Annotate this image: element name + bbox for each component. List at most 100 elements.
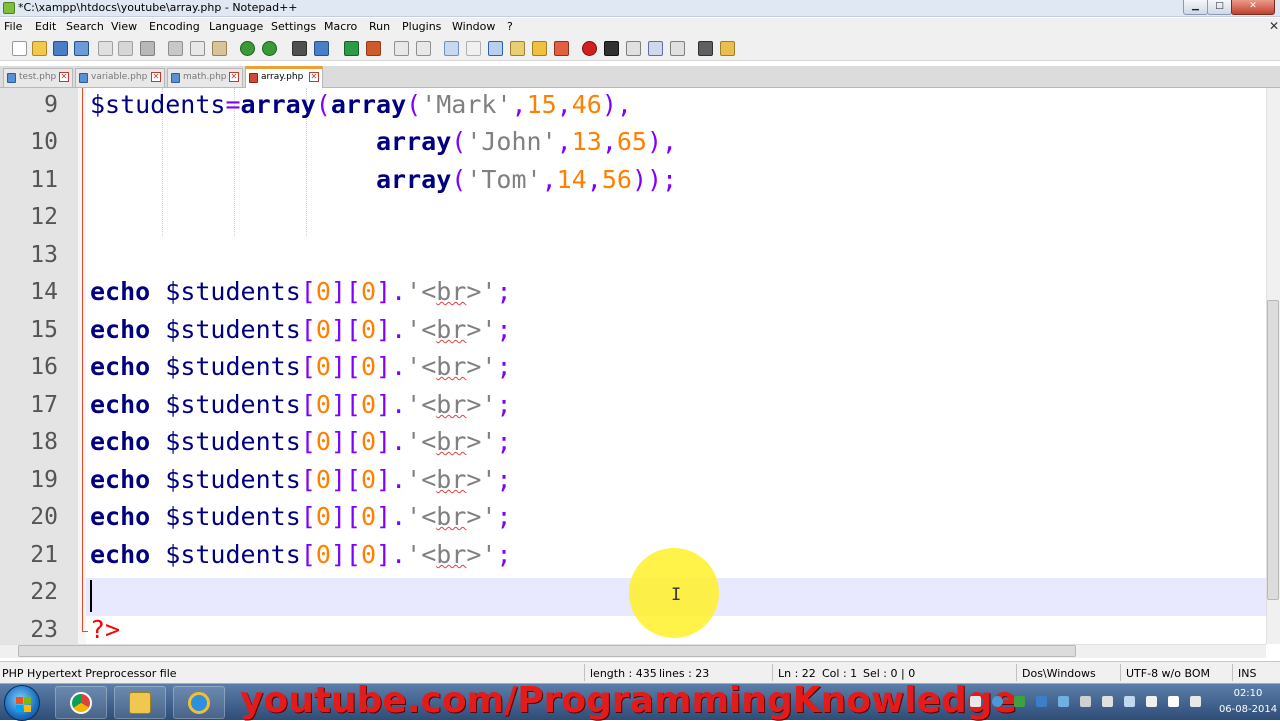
sync-vertical-icon[interactable] <box>394 41 409 56</box>
menu-edit[interactable]: Edit <box>35 20 56 33</box>
plugin-tool-icon[interactable] <box>720 41 735 56</box>
taskbar-clock-time[interactable]: 02:10 <box>1218 688 1278 699</box>
save-icon[interactable] <box>53 41 68 56</box>
tray-app-icon[interactable] <box>970 696 981 707</box>
tab-test-php[interactable]: test.php ✕ <box>3 68 73 87</box>
tab-close-icon[interactable]: ✕ <box>59 72 69 82</box>
tab-close-icon[interactable]: ✕ <box>229 72 239 82</box>
code-function: array <box>376 165 452 194</box>
line-number: 14 <box>30 279 58 305</box>
new-file-icon[interactable] <box>12 41 27 56</box>
word-wrap-icon[interactable] <box>444 41 459 56</box>
tray-flag-icon[interactable] <box>1146 696 1157 707</box>
tab-array-php[interactable]: array.php ✕ <box>245 66 323 88</box>
minimize-button[interactable]: ▁ <box>1183 0 1208 15</box>
menu-search[interactable]: Search <box>66 20 104 33</box>
tab-variable-php[interactable]: variable.php ✕ <box>75 68 165 87</box>
replace-icon[interactable] <box>314 41 329 56</box>
tray-usb-icon[interactable] <box>1102 696 1113 707</box>
close-window-button[interactable]: ✕ <box>1231 0 1275 15</box>
code-keyword: echo <box>90 352 151 381</box>
windows-start-button[interactable] <box>4 685 40 721</box>
horizontal-scroll-thumb[interactable] <box>18 645 1076 657</box>
menu-encoding[interactable]: Encoding <box>149 20 200 33</box>
function-list-icon[interactable] <box>554 41 569 56</box>
status-encoding[interactable]: UTF-8 w/o BOM <box>1126 667 1210 680</box>
open-file-icon[interactable] <box>32 41 47 56</box>
code-operator: ; <box>496 502 512 531</box>
status-insert-mode[interactable]: INS <box>1238 667 1256 680</box>
save-macro-icon[interactable] <box>670 41 685 56</box>
doc-map-icon[interactable] <box>532 41 547 56</box>
close-all-icon[interactable] <box>118 41 133 56</box>
tab-close-icon[interactable]: ✕ <box>151 72 161 82</box>
tray-volume-icon[interactable] <box>1190 696 1201 707</box>
tray-network-icon[interactable] <box>992 696 1003 707</box>
code-operator: ][ <box>330 540 361 569</box>
redo-icon[interactable] <box>262 41 277 56</box>
status-selection: Sel : 0 | 0 <box>863 667 916 680</box>
code-string: '< <box>406 502 437 531</box>
menu-macro[interactable]: Macro <box>324 20 357 33</box>
taskbar-explorer[interactable] <box>114 686 166 719</box>
code-keyword: echo <box>90 427 151 456</box>
tray-security-icon[interactable] <box>1014 696 1025 707</box>
print-icon[interactable] <box>140 41 155 56</box>
notepadpp-app-icon[interactable] <box>3 2 15 14</box>
menu-plugins[interactable]: Plugins <box>402 20 441 33</box>
paste-icon[interactable] <box>212 41 227 56</box>
indent-guide-icon[interactable] <box>488 41 503 56</box>
show-all-chars-icon[interactable] <box>466 41 481 56</box>
menu-view[interactable]: View <box>111 20 137 33</box>
code-line-11: array('Tom',14,56)); <box>376 165 677 194</box>
user-defined-lang-icon[interactable] <box>510 41 525 56</box>
taskbar-clock-date[interactable]: 06-08-2014 <box>1218 704 1278 715</box>
menu-help[interactable]: ? <box>507 20 513 33</box>
tray-action-center-icon[interactable] <box>1036 696 1047 707</box>
stop-macro-icon[interactable] <box>604 41 619 56</box>
status-eol-format[interactable]: Dos\Windows <box>1022 667 1096 680</box>
vertical-scroll-thumb[interactable] <box>1267 300 1279 600</box>
taskbar-chrome[interactable] <box>55 686 107 719</box>
code-line-21: echo $students[0][0].'<br>'; <box>90 540 512 569</box>
code-string: br <box>436 390 467 419</box>
tray-display-icon[interactable] <box>1124 696 1135 707</box>
title-bar[interactable]: *C:\xampp\htdocs\youtube\array.php - Not… <box>0 0 1280 17</box>
sync-horizontal-icon[interactable] <box>416 41 431 56</box>
find-icon[interactable] <box>292 41 307 56</box>
tray-cloud-icon[interactable] <box>1058 696 1069 707</box>
taskbar-internet-explorer[interactable] <box>173 686 225 719</box>
cut-icon[interactable] <box>168 41 183 56</box>
code-number: 0 <box>360 540 377 569</box>
code-string: br <box>436 465 467 494</box>
run-macro-multiple-icon[interactable] <box>648 41 663 56</box>
record-macro-icon[interactable] <box>582 41 597 56</box>
spell-check-icon[interactable] <box>698 41 713 56</box>
tray-signal-icon[interactable] <box>1168 696 1179 707</box>
menu-language[interactable]: Language <box>209 20 263 33</box>
tray-device-icon[interactable] <box>1080 696 1091 707</box>
close-file-icon[interactable] <box>98 41 113 56</box>
code-operator: ( <box>406 90 422 119</box>
menu-settings[interactable]: Settings <box>271 20 316 33</box>
menu-run[interactable]: Run <box>369 20 390 33</box>
save-all-icon[interactable] <box>74 41 89 56</box>
menu-window[interactable]: Window <box>452 20 495 33</box>
copy-icon[interactable] <box>190 41 205 56</box>
windows-logo-icon <box>24 697 31 704</box>
zoom-out-icon[interactable] <box>366 41 381 56</box>
code-operator: ), <box>601 90 632 119</box>
code-operator: ]. <box>376 390 407 419</box>
close-document-icon[interactable]: ✕ <box>1269 19 1279 33</box>
tab-math-php[interactable]: math.php ✕ <box>167 68 243 87</box>
code-function: array <box>376 127 452 156</box>
undo-icon[interactable] <box>240 41 255 56</box>
maximize-button[interactable]: □ <box>1207 0 1232 15</box>
menu-file[interactable]: File <box>4 20 22 33</box>
tab-close-icon[interactable]: ✕ <box>309 72 319 82</box>
code-string: '< <box>406 315 437 344</box>
code-editor[interactable]: 9 10 11 12 13 14 15 16 17 18 19 20 21 22… <box>0 88 1266 644</box>
zoom-in-icon[interactable] <box>344 41 359 56</box>
status-lines: lines : 23 <box>659 667 710 680</box>
play-macro-icon[interactable] <box>626 41 641 56</box>
